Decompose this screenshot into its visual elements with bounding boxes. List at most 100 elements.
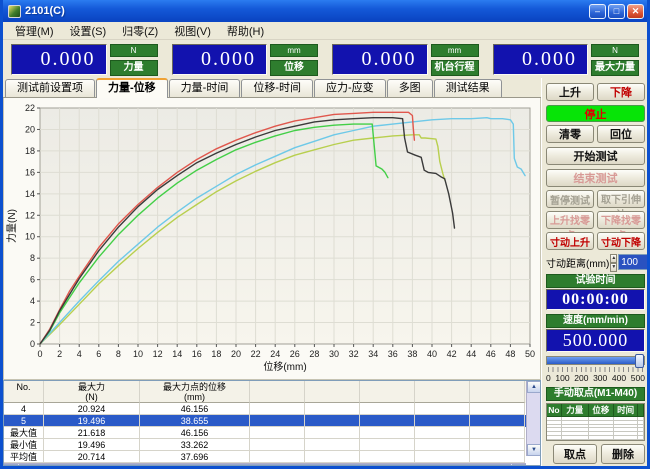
manual-table-cell [614, 436, 638, 440]
scroll-up-icon[interactable]: ▲ [527, 381, 541, 393]
jog-distance-input[interactable] [618, 254, 650, 270]
table-cell: 46.156 [140, 427, 250, 439]
svg-text:6: 6 [30, 275, 35, 285]
tab-2[interactable]: 力量-时间 [169, 79, 241, 97]
manual-pick-label: 手动取点(M1-M40) [546, 387, 645, 401]
table-row[interactable]: 最小值19.49633.262 [4, 439, 540, 451]
slider-tick-label: 400 [612, 373, 626, 383]
menu-item-3[interactable]: 视图(V) [166, 22, 219, 40]
tab-4[interactable]: 应力-应变 [314, 79, 386, 97]
close-button[interactable]: ✕ [627, 4, 644, 19]
horizontal-scrollbar[interactable]: ◄ ► [4, 463, 526, 466]
slider-scale: 0100200300400500 [546, 373, 645, 383]
start-test-button[interactable]: 开始测试 [546, 147, 645, 165]
table-cell: 33.262 [140, 439, 250, 451]
scroll-down-icon[interactable]: ▼ [527, 444, 541, 456]
return-home-button[interactable]: 回位 [597, 125, 645, 143]
end-test-button[interactable]: 结束测试 [546, 169, 645, 187]
table-cell: 21.618 [44, 427, 140, 439]
svg-text:22: 22 [25, 103, 35, 113]
svg-text:4: 4 [77, 349, 82, 359]
table-cell: 46.156 [140, 403, 250, 415]
table-row[interactable]: 420.92446.156 [4, 403, 540, 415]
manual-table-row[interactable] [547, 436, 644, 440]
delete-point-button[interactable]: 删除 [601, 444, 645, 464]
menu-item-1[interactable]: 设置(S) [62, 22, 115, 40]
up-find-zero-button[interactable]: 上升找零点 [546, 211, 594, 229]
svg-text:38: 38 [407, 349, 417, 359]
tab-1[interactable]: 力量-位移 [96, 78, 168, 98]
chart-svg: 0246810121416182022242628303234363840424… [6, 100, 538, 378]
svg-text:12: 12 [25, 210, 35, 220]
menu-item-2[interactable]: 归零(Z) [114, 22, 166, 40]
tab-6[interactable]: 测试结果 [434, 79, 502, 97]
jog-up-button[interactable]: 寸动上升 [546, 232, 594, 250]
spinner-up-icon[interactable]: ▲ [610, 254, 617, 263]
svg-text:10: 10 [25, 232, 35, 242]
readout-group-3: 0.000N最大力量 [493, 44, 640, 75]
up-button[interactable]: 上升 [546, 83, 594, 101]
menu-item-0[interactable]: 管理(M) [7, 22, 62, 40]
slider-thumb[interactable] [635, 354, 644, 368]
slider-tick-label: 500 [631, 373, 645, 383]
pause-test-button[interactable]: 暂停测试 [546, 190, 594, 208]
header-title: 最大力 [44, 382, 139, 392]
down-find-zero-button[interactable]: 下降找零点 [597, 211, 645, 229]
table-row[interactable]: 519.49638.655 [4, 415, 540, 427]
slider-tick-label: 200 [574, 373, 588, 383]
scroll-right-icon[interactable]: ► [512, 464, 526, 466]
manual-header-cell: 时间 [614, 404, 638, 417]
results-header-cell: No. [4, 381, 44, 403]
results-header-cell: 最大力点的位移(mm) [140, 381, 250, 403]
stop-button[interactable]: 停止 [546, 105, 645, 122]
minimize-button[interactable]: – [589, 4, 606, 19]
jog-down-button[interactable]: 寸动下降 [597, 232, 645, 250]
svg-text:26: 26 [290, 349, 300, 359]
scrollbar-thumb[interactable] [19, 464, 511, 466]
maximize-button[interactable]: □ [608, 4, 625, 19]
table-cell [305, 427, 360, 439]
svg-text:50: 50 [525, 349, 535, 359]
manual-header-cell: No [547, 404, 562, 417]
readout-value: 0.000 [493, 44, 589, 75]
jog-distance-label: 寸动距离(mm) [546, 255, 609, 270]
results-header-cell [470, 381, 525, 403]
svg-text:44: 44 [466, 349, 476, 359]
menu-item-4[interactable]: 帮助(H) [219, 22, 272, 40]
speed-slider[interactable] [546, 356, 645, 365]
readout-value: 0.000 [332, 44, 428, 75]
readout-group-0: 0.000N力量 [11, 44, 158, 75]
table-cell [250, 403, 305, 415]
results-header-cell [250, 381, 305, 403]
table-cell [360, 451, 415, 463]
readout-side: mm机台行程 [431, 44, 479, 75]
table-cell: 5 [4, 415, 44, 427]
table-cell [250, 427, 305, 439]
svg-text:8: 8 [116, 349, 121, 359]
scroll-left-icon[interactable]: ◄ [4, 464, 18, 466]
down-button[interactable]: 下降 [597, 83, 645, 101]
tab-5[interactable]: 多图 [387, 79, 433, 97]
header-unit: (N) [44, 392, 139, 402]
readout-row: 0.000N力量0.000mm位移0.000mm机台行程0.000N最大力量 [3, 40, 647, 78]
readout-side: mm位移 [270, 44, 318, 75]
speed-label: 速度(mm/min) [546, 314, 645, 328]
clear-zero-button[interactable]: 清零 [546, 125, 594, 143]
pick-point-button[interactable]: 取点 [553, 444, 597, 464]
tab-3[interactable]: 位移-时间 [241, 79, 313, 97]
table-cell [415, 439, 470, 451]
spinner-down-icon[interactable]: ▼ [610, 263, 617, 272]
table-row[interactable]: 最大值21.61846.156 [4, 427, 540, 439]
force-displacement-chart: 0246810121416182022242628303234363840424… [3, 98, 541, 380]
y-axis-label: 力量(N) [6, 209, 18, 243]
tab-0[interactable]: 测试前设置项 [5, 79, 95, 97]
readout-group-1: 0.000mm位移 [172, 44, 319, 75]
manual-table-cell [562, 436, 589, 440]
svg-text:4: 4 [30, 296, 35, 306]
readout-label: 力量 [110, 60, 158, 76]
remove-extensometer-button[interactable]: 取下引伸计 [597, 190, 645, 208]
table-row[interactable]: 平均值20.71437.696 [4, 451, 540, 463]
vertical-scrollbar[interactable]: ▲ ▼ [526, 381, 540, 456]
svg-text:8: 8 [30, 253, 35, 263]
jog-distance-stepper[interactable]: ▲ ▼ [610, 254, 617, 270]
